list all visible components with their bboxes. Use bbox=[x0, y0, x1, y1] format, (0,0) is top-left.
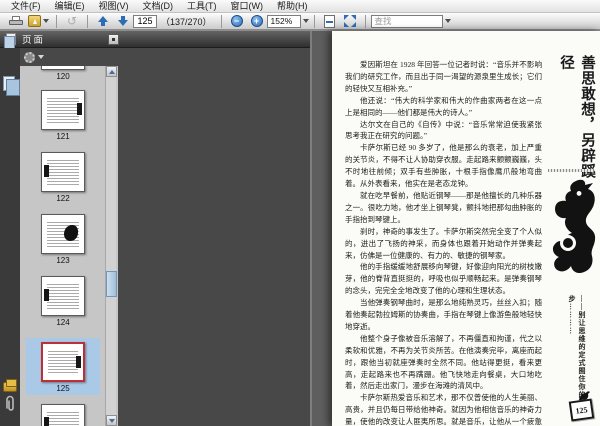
paragraph: 刹时，神奇的事发生了。卡萨尔斯突然完全变了个人似的，迸出了飞扬的神采，而身体也跟… bbox=[345, 226, 542, 260]
menu-file[interactable]: 文件(F) bbox=[4, 0, 48, 13]
pages-panel-title: 页面 bbox=[22, 35, 46, 46]
chapter-title: 善思敢想，另辟蹊径 bbox=[558, 55, 595, 179]
zoom-out-icon: − bbox=[230, 15, 243, 27]
find-input[interactable] bbox=[370, 14, 443, 28]
fit-page-button[interactable] bbox=[342, 13, 358, 29]
panel-options-button[interactable] bbox=[108, 34, 119, 45]
paragraph: 他还说：“伟大的科学家和伟大的作曲家两者在这一点上是相同的——他们都是伟大的诗人… bbox=[345, 95, 542, 117]
triangle-down-icon bbox=[108, 418, 115, 423]
thumbnail-page-124[interactable]: 124 bbox=[41, 276, 85, 327]
paragraph: 当他弹奏钢琴曲时，是那么地纯熟灵巧，丝丝入扣；随着他奏起勃拉姆斯的协奏曲，手指在… bbox=[345, 298, 542, 331]
dragon-illustration bbox=[546, 177, 598, 294]
undo-arrow-icon: ↺ bbox=[66, 14, 78, 28]
previous-page-button[interactable] bbox=[95, 13, 111, 29]
menu-window[interactable]: 窗口(W) bbox=[224, 0, 271, 13]
zoom-in-button[interactable]: + bbox=[249, 13, 265, 29]
thumbnail-list: 120 121 122 123 124 125 bbox=[20, 66, 106, 426]
zoom-in-icon: + bbox=[250, 15, 263, 27]
thumbnail-page-125-selected[interactable]: 125 bbox=[26, 338, 100, 395]
paragraph: 他整个身子像被音乐溶解了，不再僵直和拘谨，代之以柔软和优雅，不再为关节炎所苦。在… bbox=[345, 333, 542, 391]
attachments-paperclip-icon[interactable] bbox=[4, 395, 16, 418]
previous-view-button[interactable]: ↺ bbox=[64, 13, 80, 29]
zoom-dropdown-caret-icon[interactable] bbox=[302, 19, 309, 23]
export-icon bbox=[28, 15, 41, 27]
scroll-up-button[interactable] bbox=[106, 66, 117, 77]
menu-help[interactable]: 帮助(H) bbox=[270, 0, 315, 13]
pages-panel-header: 页面 bbox=[0, 31, 310, 49]
thumbnail-page-121[interactable]: 121 bbox=[41, 90, 85, 141]
arrow-up-icon bbox=[98, 16, 108, 26]
scrollbar-thumb[interactable] bbox=[106, 271, 117, 297]
page-body-text: 爱因斯坦在 1928 年回答一位记者时说：“音乐并不影响我们的研究工作，而且出于… bbox=[345, 59, 542, 426]
next-page-button[interactable] bbox=[115, 13, 131, 29]
paragraph: 卡萨尔斯热爱音乐和艺术，那不仅曾使他的人生美丽、高贵，并且仍每日带给他神奇。就因… bbox=[345, 393, 542, 426]
menu-document[interactable]: 文档(D) bbox=[136, 0, 181, 13]
paragraph: 达尔文在自己的《自传》中说：“音乐常常迫使我紧张思考我正在研究的问题。” bbox=[345, 119, 542, 141]
arrow-down-icon bbox=[118, 16, 128, 26]
thumbnails-scrollbar[interactable] bbox=[105, 66, 117, 426]
paragraph: 他的手指缓缓地舒展移向琴键，好像迎向阳光的树枝嫩芽，他的脊背直挺挺的，呼吸也似乎… bbox=[345, 262, 542, 296]
print-button[interactable] bbox=[8, 13, 24, 29]
page-count-label: （137/270） bbox=[161, 16, 212, 27]
triangle-up-icon bbox=[108, 69, 115, 74]
page-number-input[interactable] bbox=[133, 14, 157, 28]
navigation-strip bbox=[0, 48, 20, 426]
fit-page-icon bbox=[343, 15, 356, 27]
chapter-sidebar: 善思敢想，另辟蹊径 ——别让思维的定式囿住你的脚步………… 125 bbox=[546, 53, 598, 423]
chevron-down-icon bbox=[43, 19, 49, 23]
fit-width-button[interactable] bbox=[322, 13, 338, 29]
paragraph: 卡萨尔斯已经 90 多岁了，他是那么的衰老，加上严重的关节炎，不得不让人协助穿衣… bbox=[345, 143, 542, 189]
find-dropdown-caret-icon[interactable] bbox=[444, 19, 451, 23]
fit-width-icon bbox=[324, 14, 336, 28]
zoom-level-select[interactable]: 152% bbox=[266, 14, 301, 28]
pdf-page: 爱因斯坦在 1928 年回答一位记者时说：“音乐并不影响我们的研究工作，而且出于… bbox=[332, 31, 600, 426]
scroll-down-button[interactable] bbox=[106, 415, 117, 426]
pdf-reader-window: 文件(F) 编辑(E) 视图(V) 文档(D) 工具(T) 窗口(W) 帮助(H… bbox=[0, 0, 600, 426]
page-number-label: 125 bbox=[568, 398, 595, 422]
menu-tools[interactable]: 工具(T) bbox=[180, 0, 224, 13]
gear-icon[interactable] bbox=[24, 51, 35, 63]
menu-view[interactable]: 视图(V) bbox=[92, 0, 136, 13]
menu-edit[interactable]: 编辑(E) bbox=[48, 0, 92, 13]
paragraph: 就在吃早餐前，他贴近钢琴——那是他擅长的几种乐器之一。很吃力地，他才坐上钢琴凳，… bbox=[345, 190, 542, 224]
paragraph: 爱因斯坦在 1928 年回答一位记者时说：“音乐并不影响我们的研究工作，而且出于… bbox=[345, 60, 542, 93]
pages-tab-icon[interactable] bbox=[3, 76, 20, 96]
export-button[interactable] bbox=[28, 13, 49, 29]
printer-icon bbox=[9, 15, 23, 27]
chevron-down-icon[interactable] bbox=[38, 55, 44, 59]
document-pane: 爱因斯坦在 1928 年回答一位记者时说：“音乐并不影响我们的研究工作，而且出于… bbox=[312, 31, 600, 426]
thumbnail-page-123[interactable]: 123 bbox=[41, 214, 85, 265]
thumbnail-page-120[interactable]: 120 bbox=[41, 66, 85, 81]
pages-icon bbox=[4, 33, 16, 49]
comments-icon[interactable] bbox=[3, 379, 17, 392]
page-number-badge: 125 bbox=[568, 389, 598, 423]
content-area: 页面 120 121 122 123 124 125 爱因斯坦在 1928 年回… bbox=[0, 31, 600, 426]
thumbnail-page-122[interactable]: 122 bbox=[41, 152, 85, 203]
zoom-out-button[interactable]: − bbox=[229, 13, 245, 29]
toolbar: ↺ （137/270） − + 152% bbox=[0, 13, 600, 31]
thumbnail-options-row bbox=[20, 48, 118, 66]
chapter-smallprint-decoration bbox=[548, 169, 594, 172]
menu-bar: 文件(F) 编辑(E) 视图(V) 文档(D) 工具(T) 窗口(W) 帮助(H… bbox=[0, 0, 600, 13]
thumbnail-page-126[interactable]: 126 bbox=[41, 404, 85, 426]
thumbnails-pane: 120 121 122 123 124 125 bbox=[20, 66, 118, 426]
